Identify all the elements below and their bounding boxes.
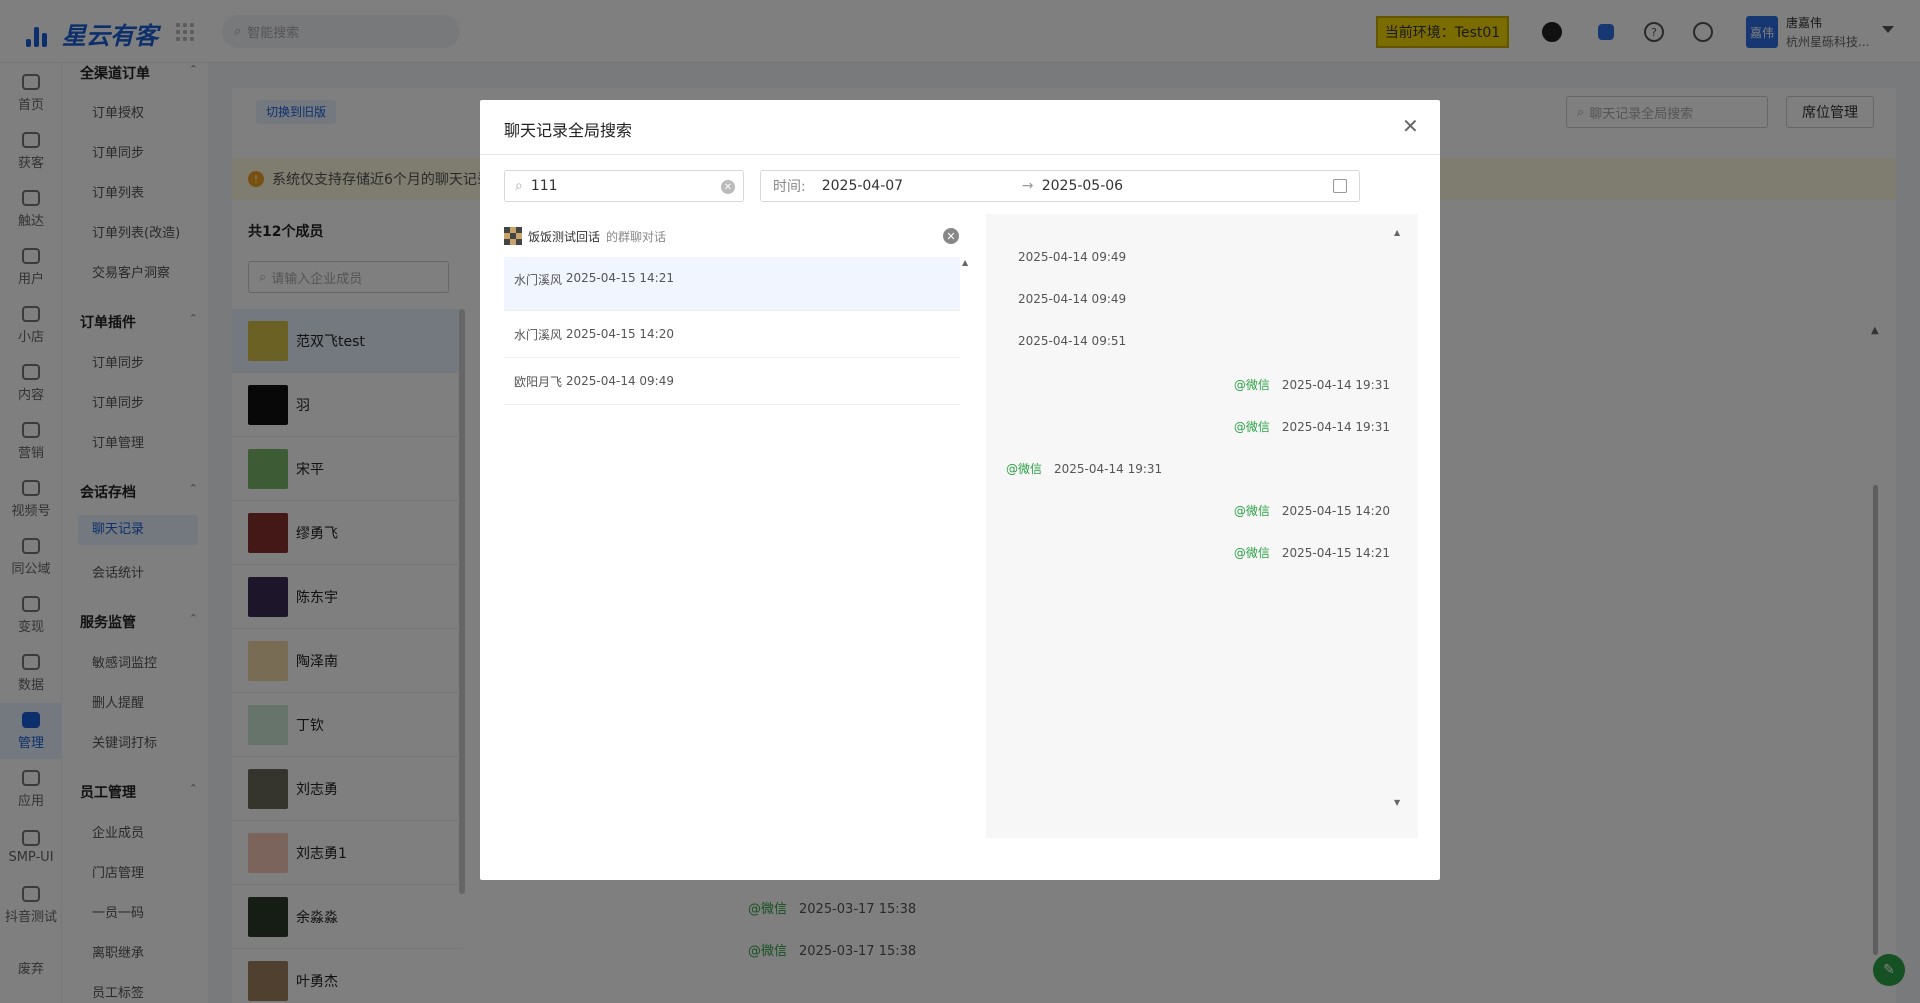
list-item[interactable]: 欧阳月飞 2025-04-14 09:49 <box>504 358 960 405</box>
chat-line: 2025-04-14 09:49 <box>1018 250 1127 264</box>
clear-icon[interactable]: ✕ <box>721 180 735 194</box>
chat-search-modal: 聊天记录全局搜索 ✕ ⌕ 111 ✕ 时间: 2025-04-07 → 2025… <box>480 100 1440 880</box>
arrow-right-icon: → <box>1021 178 1034 194</box>
group-suffix: 的群聊对话 <box>606 229 667 244</box>
chevron-down-icon[interactable]: ▼ <box>1394 798 1400 807</box>
calendar-icon[interactable] <box>1333 179 1347 193</box>
chat-line: @微信 2025-04-14 19:31 <box>1006 462 1163 476</box>
chat-line: 2025-04-14 09:49 <box>1018 292 1127 306</box>
modal-title: 聊天记录全局搜索 <box>504 121 633 140</box>
chat-preview-panel: ▲ 2025-04-14 09:49 2025-04-14 09:49 2025… <box>986 214 1418 838</box>
chat-line: @微信 2025-04-14 19:31 <box>1233 420 1390 434</box>
date-end[interactable]: 2025-05-06 <box>1042 178 1302 194</box>
search-results-list: 水门溪风 2025-04-15 14:21 水门溪风 2025-04-15 14… <box>504 257 960 405</box>
close-icon[interactable]: ✕ <box>1402 114 1419 138</box>
keyword-search-input[interactable]: ⌕ 111 ✕ <box>504 170 744 202</box>
chat-line: @微信 2025-04-15 14:21 <box>1233 546 1390 560</box>
group-avatar-icon <box>504 227 522 245</box>
date-range-picker[interactable]: 时间: 2025-04-07 → 2025-05-06 <box>760 170 1360 202</box>
list-item[interactable]: 水门溪风 2025-04-15 14:20 <box>504 311 960 358</box>
chevron-up-icon[interactable]: ▲ <box>962 258 968 267</box>
chevron-up-icon[interactable]: ▲ <box>1394 228 1400 237</box>
search-icon: ⌕ <box>515 178 523 194</box>
keyword-value: 111 <box>530 178 558 194</box>
date-start[interactable]: 2025-04-07 <box>822 178 1022 194</box>
close-icon[interactable]: ✕ <box>943 228 959 244</box>
divider <box>480 154 1440 155</box>
chat-line: 2025-04-14 09:51 <box>1018 334 1127 348</box>
date-label: 时间: <box>773 179 806 195</box>
chat-line: @微信 2025-04-14 19:31 <box>1233 378 1390 392</box>
group-chat-header: 饭饭测试回话 的群聊对话 <box>504 224 964 248</box>
chat-line: @微信 2025-04-15 14:20 <box>1233 504 1390 518</box>
group-name: 饭饭测试回话 <box>528 229 601 244</box>
list-item[interactable]: 水门溪风 2025-04-15 14:21 <box>504 257 960 311</box>
